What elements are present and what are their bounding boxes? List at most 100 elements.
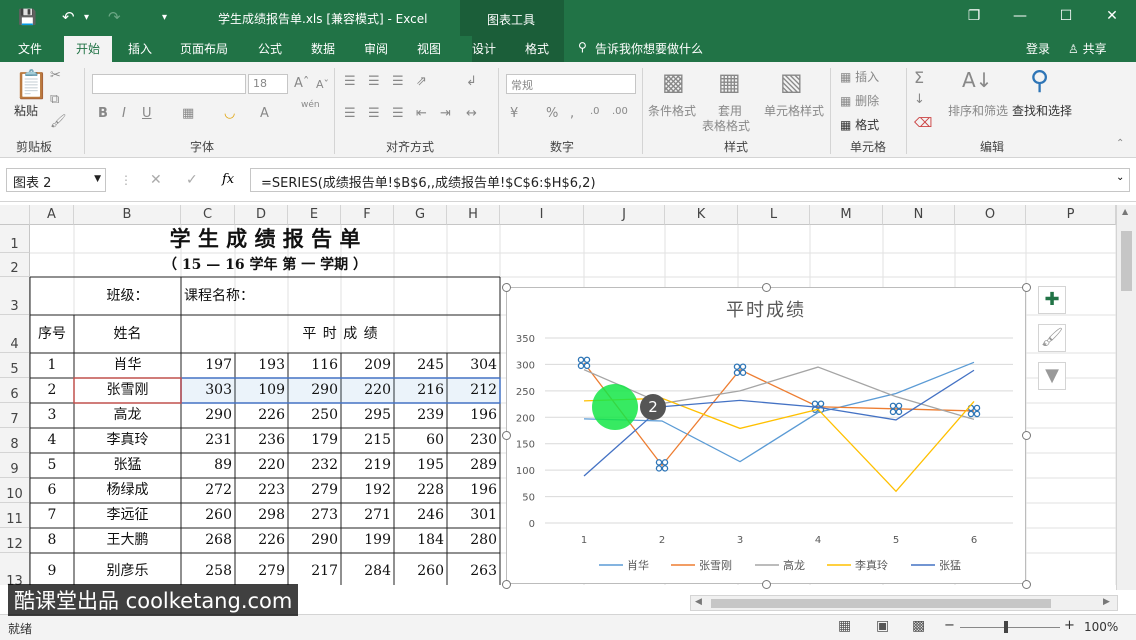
number-format-box[interactable]: 常规	[506, 74, 636, 94]
header-score[interactable]: 平 时 成 绩	[181, 315, 500, 353]
find-select-label[interactable]: 查找和选择	[1012, 102, 1072, 119]
student-name[interactable]: 王大鹏	[74, 528, 181, 553]
score-cell[interactable]: 192	[341, 478, 394, 503]
collapse-ribbon-icon[interactable]: ⌃	[1116, 138, 1124, 149]
legend-entry[interactable]: 李真玲	[855, 558, 888, 572]
chart-filters-button[interactable]: ▼	[1038, 362, 1066, 390]
score-cell[interactable]: 284	[341, 553, 394, 585]
score-cell[interactable]: 220	[341, 378, 394, 403]
decrease-indent-icon[interactable]: ⇤	[416, 106, 427, 121]
chart-title[interactable]: 平时成绩	[726, 300, 806, 321]
score-cell[interactable]: 184	[394, 528, 447, 553]
score-cell[interactable]: 220	[235, 453, 288, 478]
formula-input[interactable]: =SERIES(成绩报告单!$B$6,,成绩报告单!$C$6:$H$6,2)	[250, 168, 1130, 192]
increase-font-icon[interactable]: Aˆ	[294, 76, 309, 91]
score-cell[interactable]: 212	[447, 378, 500, 403]
score-cell[interactable]: 116	[288, 353, 341, 378]
course-label[interactable]: 课程名称：	[184, 277, 304, 315]
resize-handle[interactable]	[501, 579, 511, 589]
score-cell[interactable]: 209	[341, 353, 394, 378]
student-name[interactable]: 李真玲	[74, 428, 181, 453]
find-select-icon[interactable]: ⚲	[1030, 66, 1049, 96]
clear-icon[interactable]: ⌫	[914, 116, 932, 131]
insert-cells-button[interactable]: ▦ 插入	[840, 68, 879, 85]
resize-handle[interactable]	[761, 282, 771, 292]
score-cell[interactable]: 179	[288, 428, 341, 453]
score-cell[interactable]: 226	[235, 403, 288, 428]
resize-handle[interactable]	[761, 579, 771, 589]
comma-icon[interactable]: ,	[570, 106, 574, 121]
scroll-left-icon[interactable]: ◀	[695, 597, 702, 607]
cell-style-icon[interactable]: ▧	[780, 68, 803, 96]
score-cell[interactable]: 231	[181, 428, 235, 453]
tell-me-search[interactable]: 告诉我你想要做什么	[595, 40, 703, 57]
student-no[interactable]: 4	[30, 428, 74, 453]
insert-function-icon[interactable]: fx	[222, 172, 234, 187]
score-cell[interactable]: 260	[394, 553, 447, 585]
expand-formula-icon[interactable]: ⌄	[1116, 172, 1124, 183]
copy-icon[interactable]: ⧉	[50, 92, 59, 107]
legend-entry[interactable]: 张猛	[939, 559, 961, 572]
sort-filter-label[interactable]: 排序和筛选	[948, 102, 1008, 119]
score-cell[interactable]: 232	[288, 453, 341, 478]
font-color-icon[interactable]: A	[260, 106, 269, 121]
page-break-view-icon[interactable]: ▩	[912, 618, 925, 634]
sheet-title[interactable]: 学 生 成 绩 报 告 单	[30, 225, 500, 253]
score-cell[interactable]: 279	[235, 553, 288, 585]
tab-page-layout[interactable]: 页面布局	[180, 40, 228, 57]
legend-entry[interactable]: 肖华	[627, 558, 649, 572]
score-cell[interactable]: 280	[447, 528, 500, 553]
tab-data[interactable]: 数据	[311, 40, 335, 57]
score-cell[interactable]: 228	[394, 478, 447, 503]
tab-format[interactable]: 格式	[525, 40, 549, 57]
cut-icon[interactable]: ✂	[50, 68, 61, 83]
enter-icon[interactable]: ✓	[186, 172, 198, 188]
score-cell[interactable]: 219	[341, 453, 394, 478]
increase-decimal-icon[interactable]: .0	[590, 106, 600, 117]
align-bottom-icon[interactable]: ☰	[392, 74, 404, 89]
underline-icon[interactable]: U	[142, 106, 152, 121]
cancel-icon[interactable]: ✕	[150, 172, 162, 188]
save-icon[interactable]: 💾	[18, 8, 37, 26]
sheet-subtitle[interactable]: （ 15 — 16 学年 第 一 学期 ）	[30, 253, 500, 277]
conditional-format-icon[interactable]: ▩	[662, 68, 685, 96]
format-cells-button[interactable]: ▦ 格式	[840, 116, 879, 133]
student-no[interactable]: 5	[30, 453, 74, 478]
orientation-icon[interactable]: ⇗	[416, 74, 427, 89]
legend-entry[interactable]: 高龙	[783, 558, 805, 572]
header-no[interactable]: 序号	[30, 315, 74, 353]
maximize-icon[interactable]: ☐	[1056, 8, 1076, 24]
score-cell[interactable]: 290	[288, 528, 341, 553]
zoom-slider-track[interactable]	[960, 627, 1060, 628]
score-cell[interactable]: 268	[181, 528, 235, 553]
score-cell[interactable]: 223	[235, 478, 288, 503]
resize-handle[interactable]	[501, 431, 511, 440]
score-cell[interactable]: 216	[394, 378, 447, 403]
score-cell[interactable]: 195	[394, 453, 447, 478]
score-cell[interactable]: 303	[181, 378, 235, 403]
line-chart[interactable]: 平时成绩 0 50 100 150 200 250 300 350 1 2 3 4 5 6 肖华 张雪刚 高龙 李…	[506, 287, 1026, 584]
student-no[interactable]: 1	[30, 353, 74, 378]
score-cell[interactable]: 304	[447, 353, 500, 378]
italic-icon[interactable]: I	[122, 106, 126, 121]
score-cell[interactable]: 290	[181, 403, 235, 428]
align-top-icon[interactable]: ☰	[344, 74, 356, 89]
chart-elements-button[interactable]: ✚	[1038, 286, 1066, 314]
score-cell[interactable]: 196	[447, 478, 500, 503]
tab-design[interactable]: 设计	[472, 40, 496, 57]
score-cell[interactable]: 273	[288, 503, 341, 528]
chart-styles-button[interactable]: 🖌	[1038, 324, 1066, 352]
student-no[interactable]: 9	[30, 553, 74, 585]
student-name[interactable]: 张猛	[74, 453, 181, 478]
border-icon[interactable]: ▦	[182, 106, 194, 121]
format-painter-icon[interactable]: 🖌	[50, 114, 67, 129]
resize-handle[interactable]	[501, 282, 511, 292]
cell-style-label[interactable]: 单元格样式	[764, 102, 824, 119]
score-cell[interactable]: 279	[288, 478, 341, 503]
fill-icon[interactable]: ↓	[914, 92, 925, 107]
score-cell[interactable]: 250	[288, 403, 341, 428]
student-no[interactable]: 3	[30, 403, 74, 428]
student-no[interactable]: 7	[30, 503, 74, 528]
score-cell[interactable]: 258	[181, 553, 235, 585]
student-no[interactable]: 6	[30, 478, 74, 503]
